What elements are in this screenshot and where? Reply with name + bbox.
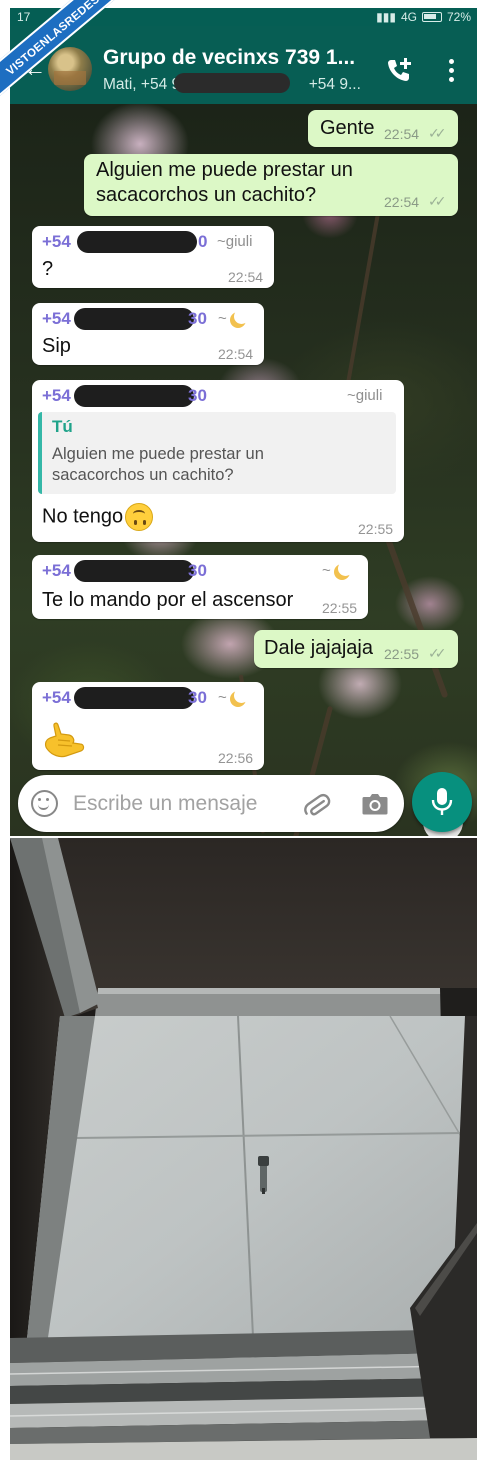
moon-emoji-icon (230, 309, 249, 328)
voice-note-button[interactable] (412, 772, 472, 832)
sender-alias: ~ (218, 689, 227, 706)
read-receipt-icon: ✓✓ (428, 125, 447, 141)
sender-phone: +54 (42, 561, 71, 580)
message-text: No tengo (42, 503, 154, 531)
signal-icon: ▮▮▮ (376, 10, 396, 24)
message-outgoing[interactable]: Dale jajajaja 22:55 ✓✓ (254, 630, 458, 668)
more-options-icon[interactable] (449, 59, 455, 82)
message-time: 22:55 (358, 521, 394, 537)
quoted-sender: Tú (52, 417, 73, 436)
quoted-message[interactable]: Tú Alguien me puede prestar un sacacorch… (38, 412, 396, 494)
message-time: 22:56 (218, 750, 254, 766)
call-me-hand-icon (44, 722, 85, 758)
message-text: Alguien me puede prestar un (96, 159, 353, 181)
sender-alias: ~ (218, 310, 227, 327)
battery-icon (421, 12, 442, 22)
message-input[interactable] (73, 790, 288, 818)
message-incoming[interactable]: +54 30 ~giuli Tú Alguien me puede presta… (32, 380, 404, 542)
redaction-bar (74, 560, 194, 582)
message-time: 22:54 (228, 269, 264, 285)
message-incoming[interactable]: +54 30 ~ 22:56 (32, 682, 264, 770)
sender-phone: +54 (42, 688, 71, 707)
status-time: 17 (17, 10, 31, 24)
message-time: 22:55 (322, 600, 358, 616)
read-receipt-icon: ✓✓ (428, 193, 447, 209)
chat-header: ← Grupo de vecinxs 739 1... Mati, +54 9 … (10, 26, 477, 104)
battery-level: 72% (446, 10, 471, 24)
message-time: 22:55 (384, 646, 420, 662)
add-call-icon[interactable] (385, 56, 413, 84)
message-text: Gente (320, 117, 375, 139)
upside-down-face-icon (125, 503, 154, 531)
redaction-bar (74, 385, 194, 407)
message-text: Sip (42, 335, 71, 357)
redaction-bar (174, 73, 290, 93)
read-receipt-icon: ✓✓ (428, 645, 447, 661)
chat-wallpaper: Gente 22:54 ✓✓ Alguien me puede prestar … (10, 104, 477, 836)
message-incoming[interactable]: +54 0 ~giuli ? 22:54 (32, 226, 274, 288)
moon-emoji-icon (334, 561, 353, 580)
group-avatar[interactable] (48, 47, 92, 91)
sender-phone: +54 (42, 309, 71, 328)
message-outgoing[interactable]: Alguien me puede prestar un sacacorchos … (84, 154, 458, 216)
message-text: ? (42, 258, 54, 280)
group-title[interactable]: Grupo de vecinxs 739 1... (103, 46, 355, 70)
elevator-floor-illustration (10, 838, 477, 1460)
elevator-photo (10, 838, 477, 1460)
message-time: 22:54 (384, 194, 420, 210)
network-label: 4G (400, 10, 417, 24)
microphone-icon (431, 788, 453, 815)
message-incoming[interactable]: +54 30 ~ Sip 22:54 (32, 303, 264, 365)
sender-phone: +54 (42, 232, 71, 251)
attach-paperclip-icon[interactable] (303, 791, 331, 819)
message-text: sacacorchos un cachito? (96, 184, 317, 206)
message-time: 22:54 (384, 126, 420, 142)
redaction-bar (74, 308, 194, 330)
chat-screenshot: 17 ▮▮▮ 4G 72% ← Grupo de vecinxs 739 1..… (10, 8, 477, 836)
compose-bar (18, 775, 404, 832)
sender-alias: ~giuli (217, 233, 253, 250)
quoted-text: Alguien me puede prestar un (52, 445, 264, 463)
redaction-bar (77, 231, 197, 253)
message-outgoing[interactable]: Gente 22:54 ✓✓ (308, 110, 458, 147)
message-text: Dale jajajaja (264, 637, 373, 659)
sender-phone: +54 (42, 386, 71, 405)
moon-emoji-icon (230, 688, 249, 707)
message-text: Te lo mando por el ascensor (42, 589, 294, 611)
emoji-icon[interactable] (31, 790, 58, 817)
redaction-bar (74, 687, 194, 709)
sender-alias: ~ (322, 562, 331, 579)
message-time: 22:54 (218, 346, 254, 362)
quoted-text: sacacorchos un cachito? (52, 466, 234, 484)
camera-icon[interactable] (361, 791, 389, 817)
message-incoming[interactable]: +54 30 ~ Te lo mando por el ascensor 22:… (32, 555, 368, 619)
sender-alias: ~giuli (347, 387, 383, 404)
